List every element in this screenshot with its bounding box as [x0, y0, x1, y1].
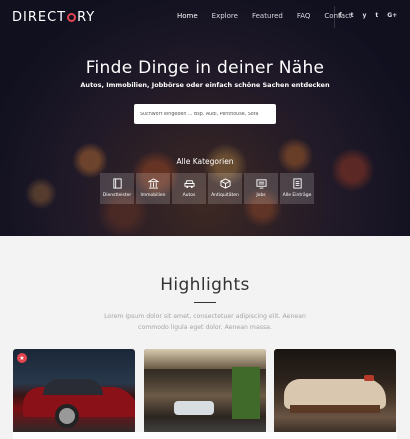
nav-faq[interactable]: FAQ	[297, 12, 311, 20]
nav-explore[interactable]: Explore	[212, 12, 238, 20]
social-links: f t y t G+	[339, 12, 397, 19]
box-icon	[219, 178, 231, 189]
monitor-icon	[255, 179, 267, 189]
category-dienstleister[interactable]: Dienstleister	[100, 173, 134, 204]
cards-footer-strip	[13, 432, 397, 439]
logo-ring-icon	[67, 13, 77, 22]
category-list: Dienstleister Immobilien Autos Antiquitä…	[100, 173, 315, 204]
book-icon	[112, 178, 122, 189]
category-jobs[interactable]: Jobs	[244, 173, 278, 204]
highlights-description: Lorem ipsum dolor sit amet, consectetuer…	[104, 313, 306, 331]
card-interior[interactable]	[144, 349, 266, 434]
highlights-title: Highlights	[160, 275, 250, 295]
category-autos[interactable]: Autos	[172, 173, 206, 204]
facebook-icon[interactable]: f	[339, 12, 342, 19]
category-antiquitaeten[interactable]: Antiquitäten	[208, 173, 242, 204]
hero-section: DIRECT RY Home Explore Featured FAQ Conta…	[0, 0, 410, 236]
hero-title: Finde Dinge in deiner Nähe	[85, 58, 325, 78]
featured-star-icon: ★	[17, 353, 27, 363]
tumblr-icon[interactable]: t	[375, 12, 378, 19]
list-icon	[292, 178, 302, 189]
google-plus-icon[interactable]: G+	[387, 12, 397, 19]
nav-divider	[334, 6, 335, 28]
highlights-divider	[194, 302, 216, 303]
search-input[interactable]	[134, 104, 276, 124]
category-alle-eintraege[interactable]: Alle Einträge	[280, 173, 314, 204]
nav-home[interactable]: Home	[177, 12, 198, 20]
categories-title: Alle Kategorien	[176, 157, 234, 166]
main-nav: Home Explore Featured FAQ Contact	[177, 12, 366, 20]
category-immobilien[interactable]: Immobilien	[136, 173, 170, 204]
twitter-icon[interactable]: t	[351, 12, 354, 19]
card-sofa[interactable]	[274, 349, 396, 434]
card-car[interactable]: ★	[13, 349, 135, 434]
logo[interactable]: DIRECT RY	[12, 10, 95, 25]
car-icon	[183, 180, 195, 189]
building-icon	[147, 178, 159, 189]
yelp-icon[interactable]: y	[363, 12, 367, 19]
hero-subtitle: Autos, Immobilien, Jobbörse oder einfach…	[80, 81, 330, 89]
nav-featured[interactable]: Featured	[252, 12, 283, 20]
